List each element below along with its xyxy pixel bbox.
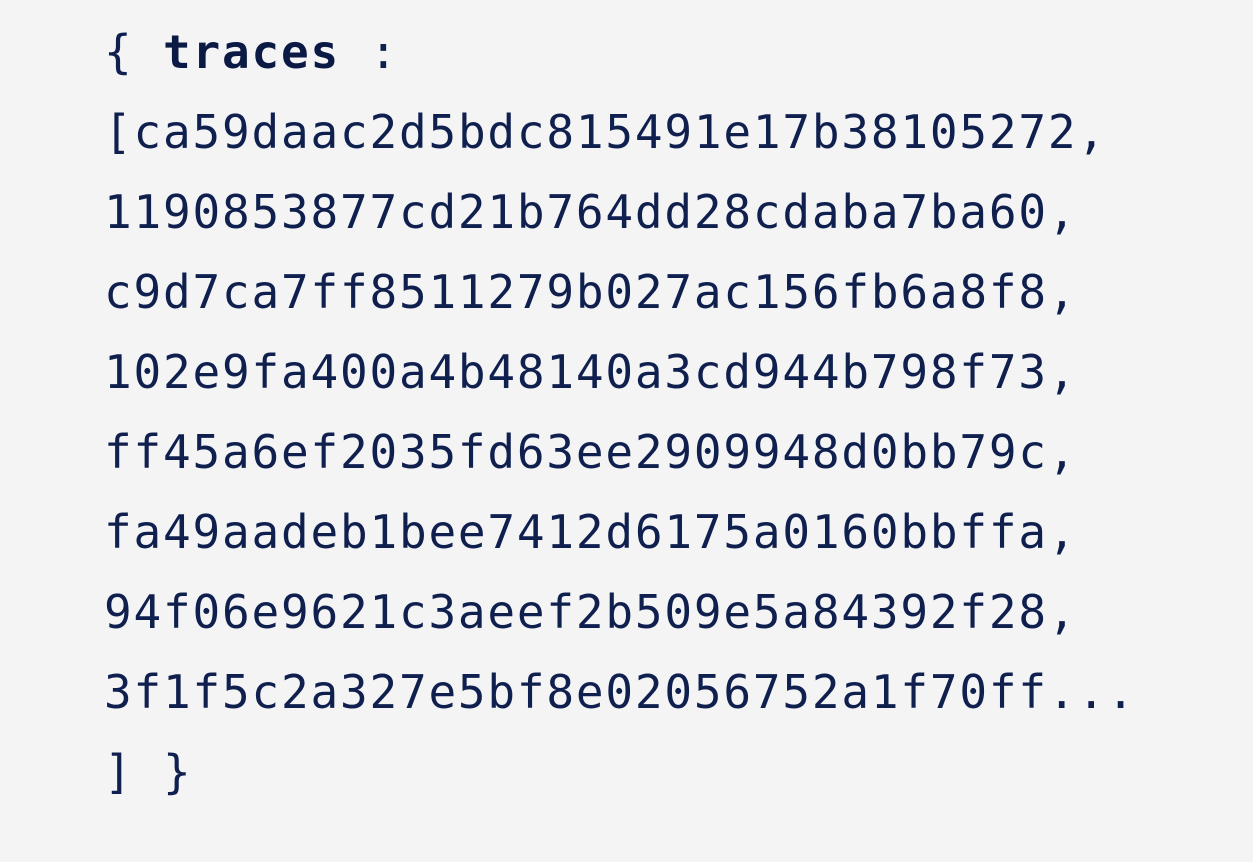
json-code-block: { traces : [ca59daac2d5bdc815491e17b38105… (104, 12, 1136, 812)
trace-id: 102e9fa400a4b48140a3cd944b798f73, (104, 345, 1078, 399)
json-line-key: { traces : (104, 12, 1136, 92)
close-bracket-brace: ] } (104, 745, 193, 799)
open-brace: { (104, 25, 134, 79)
json-line-close: ] } (104, 732, 1136, 812)
trace-id: fa49aadeb1bee7412d6175a0160bbffa, (104, 505, 1078, 559)
trace-line: 94f06e9621c3aeef2b509e5a84392f28, (104, 572, 1136, 652)
trace-id: 3f1f5c2a327e5bf8e02056752a1f70ff... (104, 665, 1137, 719)
trace-id: ff45a6ef2035fd63ee2909948d0bb79c, (104, 425, 1078, 479)
trace-line: fa49aadeb1bee7412d6175a0160bbffa, (104, 492, 1136, 572)
trace-line: [ca59daac2d5bdc815491e17b38105272, (104, 92, 1136, 172)
trace-line: c9d7ca7ff8511279b027ac156fb6a8f8, (104, 252, 1136, 332)
traces-key: traces (163, 25, 340, 79)
trace-id: 1190853877cd21b764dd28cdaba7ba60, (104, 185, 1078, 239)
trace-id: 94f06e9621c3aeef2b509e5a84392f28, (104, 585, 1078, 639)
trace-line: ff45a6ef2035fd63ee2909948d0bb79c, (104, 412, 1136, 492)
trace-line: 3f1f5c2a327e5bf8e02056752a1f70ff... (104, 652, 1136, 732)
trace-line: 1190853877cd21b764dd28cdaba7ba60, (104, 172, 1136, 252)
open-bracket: [ (104, 105, 134, 159)
colon: : (369, 25, 399, 79)
trace-id: c9d7ca7ff8511279b027ac156fb6a8f8, (104, 265, 1078, 319)
trace-line: 102e9fa400a4b48140a3cd944b798f73, (104, 332, 1136, 412)
trace-id: ca59daac2d5bdc815491e17b38105272, (133, 105, 1107, 159)
